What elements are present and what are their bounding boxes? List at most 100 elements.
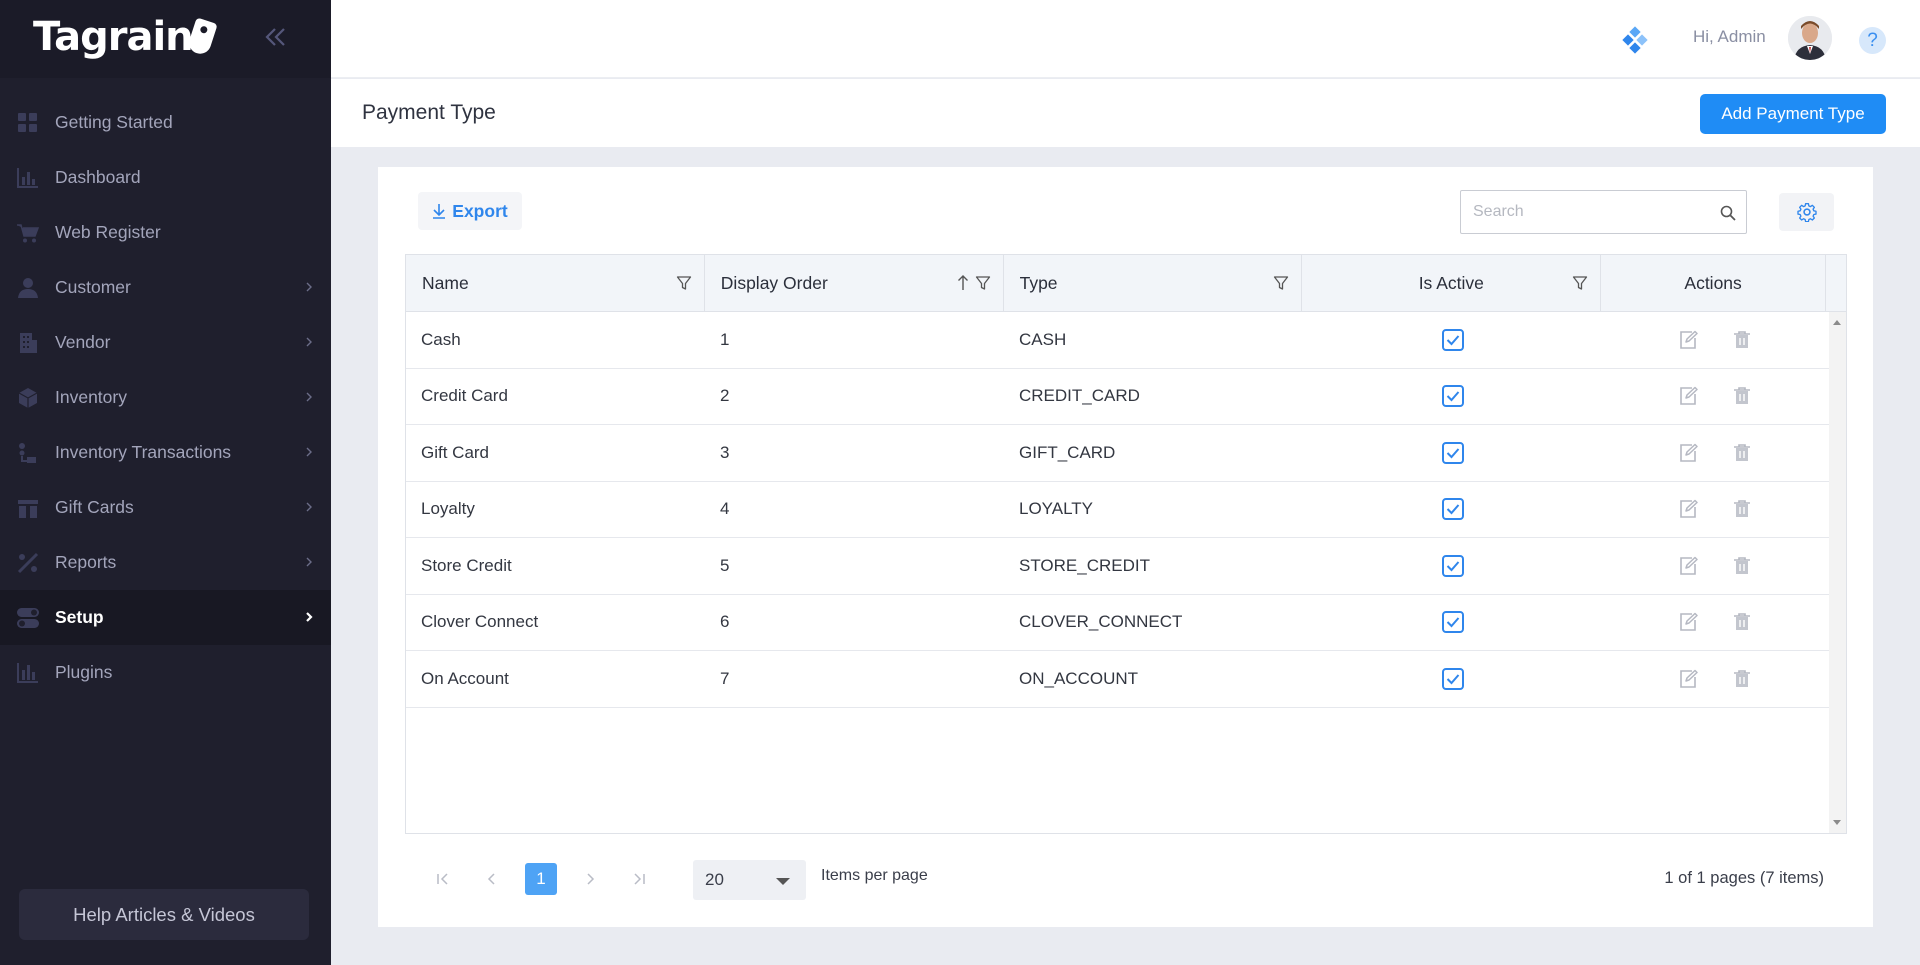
column-label: Actions <box>1684 272 1742 293</box>
column-header-is-active[interactable]: Is Active <box>1302 255 1602 311</box>
is-active-checkbox[interactable] <box>1441 554 1464 577</box>
sidebar-item-inventory[interactable]: Inventory <box>0 370 331 425</box>
chevron-right-icon <box>306 502 312 512</box>
column-header-name[interactable]: Name <box>406 255 705 311</box>
is-active-checkbox[interactable] <box>1441 328 1464 351</box>
help-articles-button[interactable]: Help Articles & Videos <box>19 889 309 940</box>
table-row[interactable]: Cash 1 CASH <box>406 312 1846 369</box>
export-button[interactable]: Export <box>418 192 522 230</box>
is-active-checkbox[interactable] <box>1441 385 1464 408</box>
page-size-select[interactable]: 20 <box>693 860 806 900</box>
collapse-sidebar-button[interactable] <box>262 22 288 52</box>
apps-diamond-icon[interactable] <box>1621 26 1649 54</box>
column-label: Display Order <box>720 272 828 293</box>
trash-icon[interactable] <box>1732 443 1752 463</box>
box-icon <box>18 387 38 408</box>
sidebar-item-customer[interactable]: Customer <box>0 260 331 315</box>
header-scroll-spacer <box>1826 255 1846 311</box>
column-settings-button[interactable] <box>1779 193 1834 231</box>
sidebar-item-vendor[interactable]: Vendor <box>0 315 331 370</box>
sidebar-item-web-register[interactable]: Web Register <box>0 205 331 260</box>
cell-actions <box>1602 612 1827 632</box>
sidebar-item-dashboard[interactable]: Dashboard <box>0 150 331 205</box>
scroll-down-arrow-icon[interactable] <box>1833 820 1841 825</box>
double-chevron-left-icon <box>265 28 285 46</box>
sidebar-item-gift-cards[interactable]: Gift Cards <box>0 480 331 535</box>
vertical-scrollbar[interactable] <box>1829 312 1846 833</box>
sidebar-item-reports[interactable]: Reports <box>0 535 331 590</box>
is-active-checkbox[interactable] <box>1441 667 1464 690</box>
filter-icon[interactable] <box>1273 275 1289 291</box>
sidebar-item-setup[interactable]: Setup <box>0 590 331 645</box>
sidebar-item-getting-started[interactable]: Getting Started <box>0 95 331 150</box>
page-number-current[interactable]: 1 <box>525 863 557 895</box>
trash-icon[interactable] <box>1732 330 1752 350</box>
avatar[interactable] <box>1788 16 1832 60</box>
trash-icon[interactable] <box>1732 386 1752 406</box>
table-row[interactable]: On Account 7 ON_ACCOUNT <box>406 651 1846 708</box>
table-row[interactable]: Loyalty 4 LOYALTY <box>406 482 1846 538</box>
column-header-display-order[interactable]: Display Order <box>705 255 1004 311</box>
export-label: Export <box>452 200 508 221</box>
sidebar-item-label: Inventory <box>55 387 127 407</box>
scroll-up-arrow-icon[interactable] <box>1833 320 1841 325</box>
sidebar-nav: Getting Started Dashboard Web Register Cust… <box>0 95 331 700</box>
sidebar: Tagrain Getting Started Dashboard Web Regi… <box>0 0 331 965</box>
help-icon[interactable]: ? <box>1859 27 1886 54</box>
is-active-checkbox[interactable] <box>1441 498 1464 521</box>
edit-icon[interactable] <box>1678 499 1698 519</box>
building-icon <box>20 332 37 353</box>
table-row[interactable]: Clover Connect 6 CLOVER_CONNECT <box>406 595 1846 651</box>
column-header-type[interactable]: Type <box>1004 255 1303 311</box>
search-icon[interactable] <box>1720 205 1736 221</box>
filter-icon[interactable] <box>975 275 991 291</box>
user-avatar-icon <box>1788 16 1832 60</box>
trash-icon[interactable] <box>1732 499 1752 519</box>
is-active-checkbox[interactable] <box>1441 441 1464 464</box>
payment-type-card: Export Name Display Order Type <box>378 167 1873 927</box>
previous-page-button[interactable] <box>476 863 508 895</box>
edit-icon[interactable] <box>1678 443 1698 463</box>
last-page-button[interactable] <box>623 863 655 895</box>
trash-icon[interactable] <box>1732 669 1752 689</box>
sidebar-item-inventory-transactions[interactable]: Inventory Transactions <box>0 425 331 480</box>
edit-icon[interactable] <box>1678 612 1698 632</box>
table-row[interactable]: Gift Card 3 GIFT_CARD <box>406 425 1846 482</box>
sidebar-item-label: Getting Started <box>55 112 173 132</box>
first-page-button[interactable] <box>427 863 459 895</box>
cell-type: LOYALTY <box>1019 499 1094 519</box>
sidebar-item-label: Plugins <box>55 662 113 682</box>
filter-icon[interactable] <box>1572 275 1588 291</box>
add-payment-type-button[interactable]: Add Payment Type <box>1700 94 1886 134</box>
checkmark-icon <box>1446 391 1459 402</box>
checkmark-icon <box>1446 561 1459 572</box>
page-size-value: 20 <box>705 870 724 889</box>
cell-name: Loyalty <box>421 499 475 519</box>
gear-icon <box>1796 203 1817 222</box>
next-page-button[interactable] <box>574 863 606 895</box>
edit-icon[interactable] <box>1678 556 1698 576</box>
cell-is-active <box>1303 441 1602 464</box>
brand-logo[interactable]: Tagrain <box>33 14 218 60</box>
download-icon <box>433 204 446 219</box>
chevron-left-icon <box>487 873 495 885</box>
is-active-checkbox[interactable] <box>1441 611 1464 634</box>
cell-is-active <box>1303 667 1602 690</box>
pager-info: 1 of 1 pages (7 items) <box>1664 869 1824 887</box>
column-label: Is Active <box>1418 272 1484 293</box>
cell-display-order: 1 <box>720 329 730 349</box>
sort-ascending-icon[interactable] <box>957 274 969 291</box>
search-input[interactable] <box>1461 191 1746 233</box>
page-title: Payment Type <box>362 101 496 124</box>
table-row[interactable]: Store Credit 5 STORE_CREDIT <box>406 538 1846 595</box>
column-label: Name <box>422 272 469 293</box>
table-row[interactable]: Credit Card 2 CREDIT_CARD <box>406 369 1846 425</box>
trash-icon[interactable] <box>1732 612 1752 632</box>
filter-icon[interactable] <box>676 275 692 291</box>
cell-type: CASH <box>1019 329 1067 349</box>
trash-icon[interactable] <box>1732 556 1752 576</box>
edit-icon[interactable] <box>1678 330 1698 350</box>
edit-icon[interactable] <box>1678 669 1698 689</box>
sidebar-item-plugins[interactable]: Plugins <box>0 645 331 700</box>
edit-icon[interactable] <box>1678 386 1698 406</box>
